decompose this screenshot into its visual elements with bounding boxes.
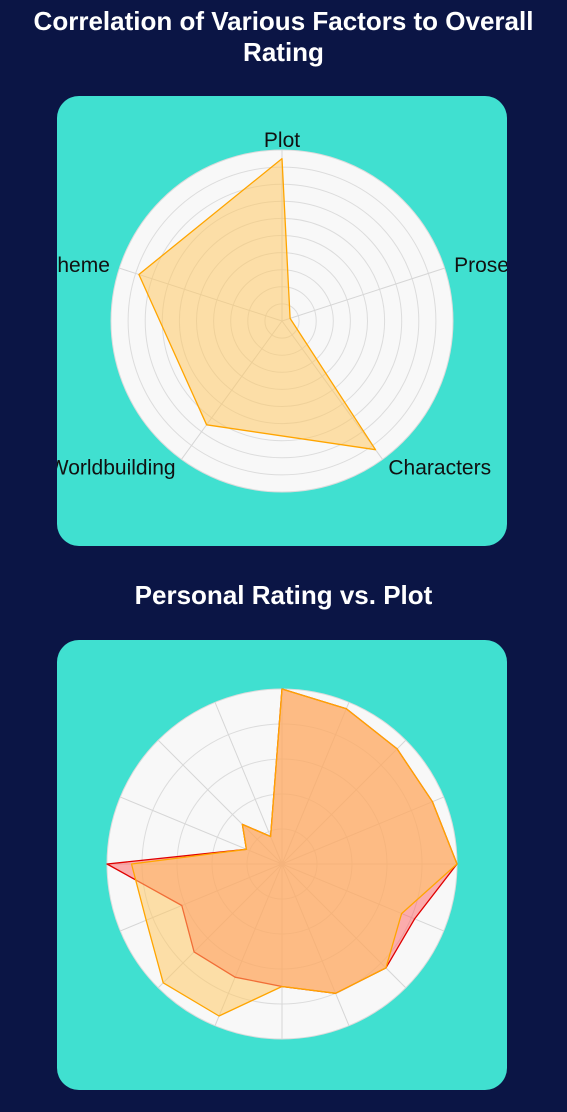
axis-label-characters: Characters [388, 456, 491, 479]
axis-label-plot: Plot [264, 129, 300, 152]
chart-title-rating-vs-plot: Personal Rating vs. Plot [134, 580, 433, 610]
radar-card-rating-vs-plot [57, 640, 507, 1090]
radar-chart-rating-vs-plot [106, 688, 458, 1040]
radar-card-correlation: Plot Prose Characters Worldbuilding Theme [57, 96, 507, 546]
axis-label-prose: Prose [454, 254, 507, 277]
radar-chart-correlation: Plot Prose Characters Worldbuilding Theme [57, 129, 507, 493]
axis-label-theme: Theme [57, 254, 110, 277]
axis-label-worldbuilding: Worldbuilding [57, 456, 176, 479]
chart-title-correlation: Correlation of Various Factors to Overal… [33, 6, 534, 67]
